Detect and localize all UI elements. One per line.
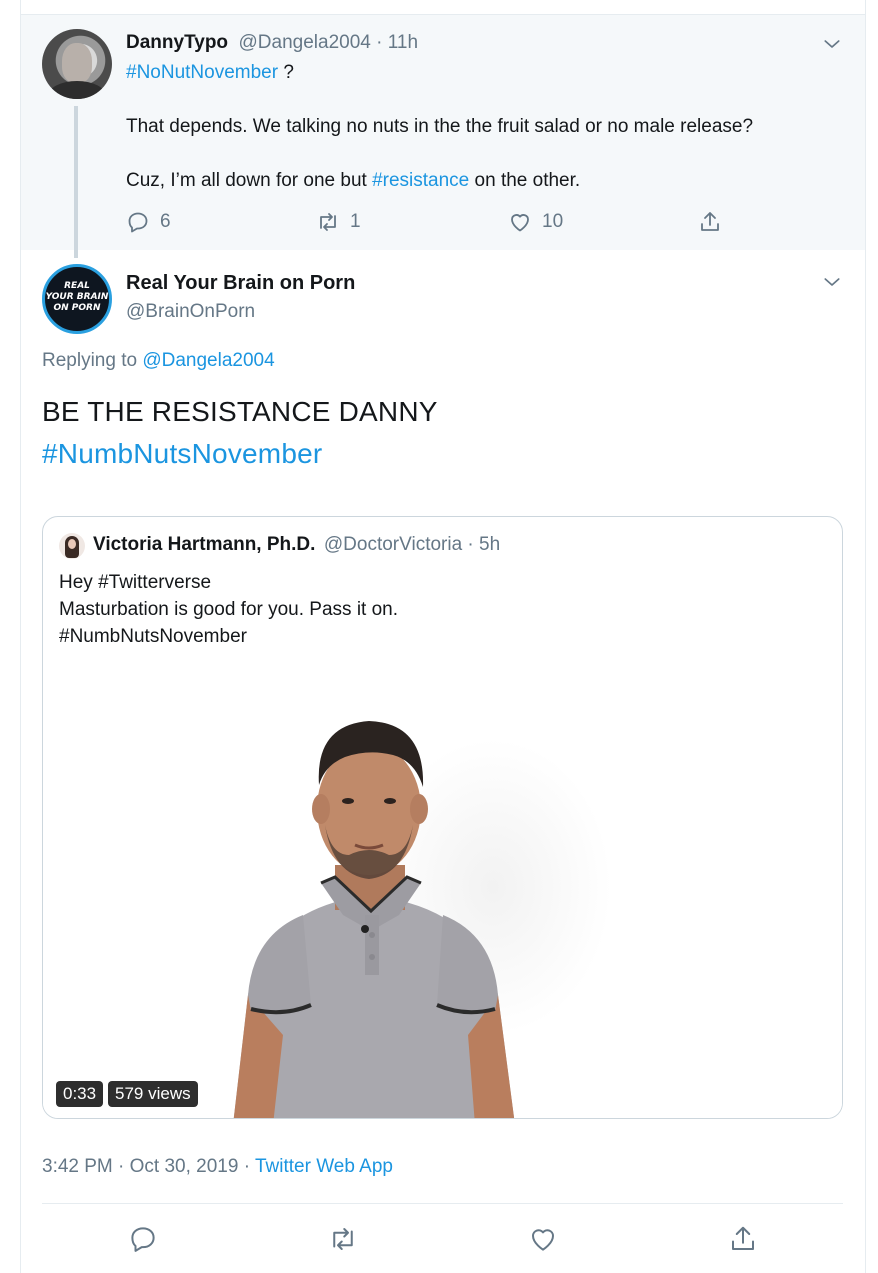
share-button[interactable]: [698, 210, 722, 234]
replying-prefix: Replying to: [42, 350, 143, 371]
avatar[interactable]: [42, 29, 112, 99]
like-icon: [532, 1229, 554, 1251]
video-views: 579 views: [108, 1081, 198, 1107]
video-thumbnail: [233, 721, 515, 1118]
text-prefix: Cuz, I’m all down for one but: [126, 170, 373, 191]
retweet-icon: [320, 213, 336, 231]
separator: ·: [462, 534, 480, 555]
logo-line: ON PORN: [53, 303, 101, 313]
hashtag-link[interactable]: #resistance: [372, 170, 469, 191]
retweet-icon: [333, 1228, 353, 1250]
video-player[interactable]: 0:33 579 views: [43, 657, 842, 1118]
tweet-text: That depends. We talking no nuts in the …: [126, 116, 754, 137]
quoted-tweet-card[interactable]: Victoria Hartmann, Ph.D. @DoctorVictoria…: [42, 516, 843, 1119]
logo-line: REAL: [64, 281, 90, 291]
timestamp-text[interactable]: 3:42 PM · Oct 30, 2019 ·: [42, 1156, 255, 1177]
handle: @DoctorVictoria: [323, 534, 463, 555]
hashtag-link[interactable]: #NumbNutsNovember: [42, 438, 322, 470]
replying-to-link[interactable]: @Dangela2004: [142, 350, 274, 371]
avatar: [59, 533, 85, 559]
retweet-button[interactable]: 1: [316, 210, 361, 234]
source-link[interactable]: Twitter Web App: [255, 1156, 393, 1177]
logo-line: YOUR BRAIN: [45, 292, 109, 302]
like-icon: [511, 214, 529, 232]
reply-button[interactable]: [128, 1224, 158, 1254]
display-name[interactable]: DannyTypo: [126, 32, 228, 53]
retweet-count: 1: [350, 211, 361, 232]
quoted-tweet-text: Hey #Twitterverse Masturbation is good f…: [59, 569, 398, 650]
parent-tweet-header: DannyTypo @Dangela2004 · 11h: [126, 32, 418, 54]
avatar-face: [62, 43, 92, 83]
avatar-logo: REAL YOUR BRAIN ON PORN: [45, 281, 109, 314]
reply-count: 6: [160, 211, 171, 232]
display-name: Victoria Hartmann, Ph.D.: [93, 534, 316, 555]
like-button[interactable]: 10: [508, 210, 563, 234]
like-button[interactable]: [528, 1224, 558, 1254]
avatar-shoulders: [48, 81, 106, 99]
text-suffix: on the other.: [469, 170, 581, 191]
quoted-tweet-header: Victoria Hartmann, Ph.D. @DoctorVictoria…: [93, 534, 500, 556]
avatar-face: [68, 539, 76, 549]
tweet-time[interactable]: 11h: [388, 32, 418, 53]
text-line: Masturbation is good for you. Pass it on…: [59, 599, 399, 620]
hashtag-link[interactable]: #NoNutNovember: [126, 62, 278, 83]
like-count: 10: [542, 211, 564, 232]
chevron-down-icon[interactable]: [823, 35, 841, 53]
text-line: Hey #Twitterverse: [59, 572, 212, 593]
handle[interactable]: @Dangela2004: [239, 32, 371, 53]
hashtag-line: #NoNutNovember ?: [126, 62, 294, 84]
text-line: #NumbNutsNovember: [59, 626, 247, 647]
video-duration: 0:33: [56, 1081, 104, 1107]
tweet-text: Cuz, I’m all down for one but #resistanc…: [126, 170, 580, 192]
reply-icon: [131, 1227, 155, 1252]
share-icon: [732, 1226, 754, 1250]
share-icon: [701, 212, 719, 231]
avatar[interactable]: REAL YOUR BRAIN ON PORN: [42, 264, 112, 334]
tweet-timestamp: 3:42 PM · Oct 30, 2019 · Twitter Web App: [42, 1156, 393, 1178]
reply-icon: [128, 212, 148, 233]
share-button[interactable]: [728, 1224, 758, 1254]
divider: [42, 1203, 843, 1204]
chevron-down-icon[interactable]: [823, 273, 841, 291]
thread-connector: [74, 106, 78, 258]
hashtag-suffix: ?: [278, 62, 294, 83]
reply-button[interactable]: 6: [126, 210, 171, 234]
display-name[interactable]: Real Your Brain on Porn: [126, 272, 355, 295]
separator: ·: [370, 32, 388, 53]
tweet-text: BE THE RESISTANCE DANNY: [42, 396, 438, 427]
handle[interactable]: @BrainOnPorn: [126, 301, 255, 323]
replying-to: Replying to @Dangela2004: [42, 350, 275, 372]
retweet-button[interactable]: [328, 1224, 358, 1254]
tweet-time: 5h: [479, 534, 501, 555]
